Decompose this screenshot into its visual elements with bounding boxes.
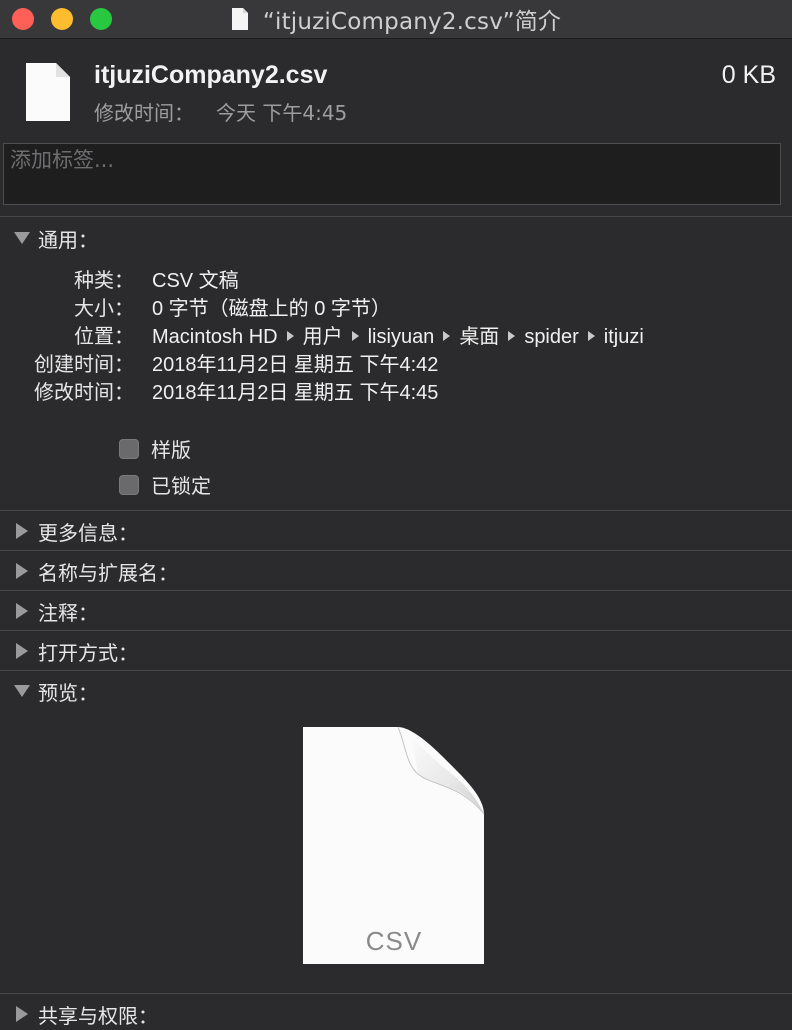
info-key: 种类： — [74, 267, 134, 292]
info-row-location: 位置： Macintosh HD 用户 lisiyuan 桌面 spider itjuzi — [0, 320, 792, 348]
info-key: 创建时间： — [34, 351, 134, 376]
info-value: 2018年11月2日 星期五 下午4:45 — [152, 381, 439, 404]
path-arrow-icon — [587, 330, 595, 341]
info-key: 位置： — [74, 323, 134, 348]
location-path: Macintosh HD 用户 lisiyuan 桌面 spider itjuzi — [152, 320, 644, 349]
info-row-size: 大小： 0 字节（磁盘上的 0 字节） — [0, 292, 792, 320]
section-general-label: 通用： — [38, 227, 98, 252]
info-row-kind: 种类： CSV 文稿 — [0, 264, 792, 292]
section-comments-label: 注释： — [38, 600, 98, 625]
title-bar[interactable]: “itjuziCompany2.csv”简介 — [0, 0, 792, 39]
disclosure-open-icon[interactable] — [14, 685, 30, 697]
path-segment[interactable]: lisiyuan — [368, 326, 435, 348]
file-icon — [26, 63, 70, 121]
info-key: 大小： — [74, 295, 134, 320]
info-value: 0 字节（磁盘上的 0 字节） — [152, 297, 391, 320]
modified-label: 修改时间： — [94, 101, 194, 125]
general-info: 种类： CSV 文稿 大小： 0 字节（磁盘上的 0 字节） 位置： Macin… — [0, 264, 792, 404]
path-segment[interactable]: 桌面 — [459, 326, 499, 348]
file-type-label: CSV — [366, 926, 422, 956]
section-general[interactable]: 通用： — [0, 219, 792, 257]
modified-summary: 修改时间： 今天 下午4:45 — [94, 97, 347, 126]
section-preview-label: 预览： — [38, 680, 98, 705]
divider — [0, 510, 792, 511]
disclosure-closed-icon[interactable] — [16, 523, 28, 539]
tags-field[interactable] — [3, 143, 781, 205]
info-key: 修改时间： — [34, 379, 134, 404]
locked-checkbox[interactable] — [119, 474, 139, 495]
path-arrow-icon — [443, 330, 451, 341]
section-preview[interactable]: 预览： — [0, 672, 792, 710]
locked-option[interactable]: 已锁定 — [119, 470, 211, 499]
info-window: “itjuziCompany2.csv”简介 itjuziCompany2.cs… — [0, 0, 792, 1030]
section-name-ext[interactable]: 名称与扩展名： — [0, 552, 792, 590]
file-header: itjuziCompany2.csv 0 KB 修改时间： 今天 下午4:45 — [0, 39, 792, 139]
info-row-created: 创建时间： 2018年11月2日 星期五 下午4:42 — [0, 348, 792, 376]
path-arrow-icon — [508, 330, 516, 341]
divider — [0, 670, 792, 671]
section-comments[interactable]: 注释： — [0, 592, 792, 630]
section-more-info-label: 更多信息： — [38, 520, 138, 545]
title-group: “itjuziCompany2.csv”简介 — [0, 0, 792, 38]
info-value: 2018年11月2日 星期五 下午4:42 — [152, 353, 439, 376]
disclosure-closed-icon[interactable] — [16, 643, 28, 659]
document-icon — [231, 8, 248, 30]
info-value: CSV 文稿 — [152, 269, 239, 292]
section-open-with-label: 打开方式： — [38, 640, 138, 665]
disclosure-closed-icon[interactable] — [16, 563, 28, 579]
divider — [0, 590, 792, 591]
path-arrow-icon — [286, 330, 294, 341]
file-size: 0 KB — [721, 61, 776, 89]
disclosure-closed-icon[interactable] — [16, 1006, 28, 1022]
path-segment[interactable]: itjuzi — [604, 326, 644, 348]
file-name: itjuziCompany2.csv — [94, 61, 328, 89]
divider — [0, 550, 792, 551]
window-title: “itjuziCompany2.csv”简介 — [262, 9, 562, 35]
divider — [0, 216, 792, 217]
section-sharing-label: 共享与权限： — [38, 1003, 158, 1028]
divider — [0, 993, 792, 994]
section-more-info[interactable]: 更多信息： — [0, 512, 792, 550]
section-sharing[interactable]: 共享与权限： — [0, 995, 792, 1030]
locked-label: 已锁定 — [151, 474, 211, 498]
modified-value: 今天 下午4:45 — [216, 101, 348, 125]
stationery-option[interactable]: 样版 — [119, 434, 191, 463]
info-row-modified: 修改时间： 2018年11月2日 星期五 下午4:45 — [0, 376, 792, 404]
csv-file-preview: CSV — [303, 726, 485, 964]
divider — [0, 630, 792, 631]
section-open-with[interactable]: 打开方式： — [0, 632, 792, 670]
path-arrow-icon — [351, 330, 359, 341]
path-segment[interactable]: 用户 — [303, 326, 343, 348]
disclosure-closed-icon[interactable] — [16, 603, 28, 619]
stationery-checkbox[interactable] — [119, 438, 139, 459]
tags-input[interactable] — [10, 148, 774, 172]
path-segment[interactable]: Macintosh HD — [152, 326, 278, 348]
path-segment[interactable]: spider — [524, 326, 578, 348]
section-name-ext-label: 名称与扩展名： — [38, 560, 178, 585]
stationery-label: 样版 — [151, 438, 191, 462]
disclosure-open-icon[interactable] — [14, 232, 30, 244]
